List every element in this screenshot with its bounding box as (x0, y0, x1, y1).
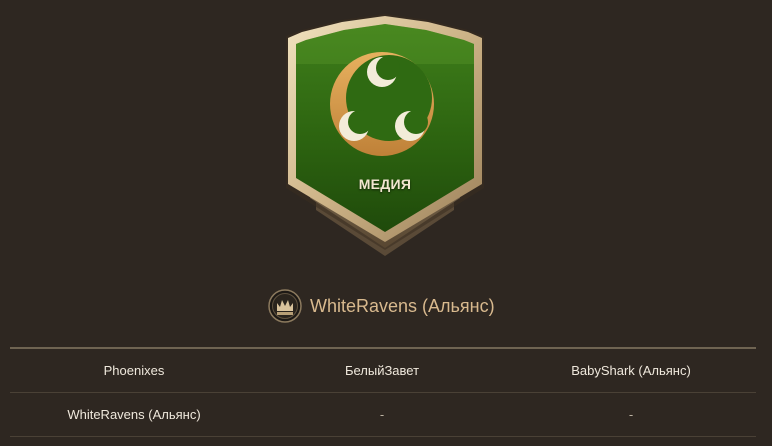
table-cell[interactable]: BabyShark (Альянс) (506, 363, 756, 378)
alliance-header[interactable]: WhiteRavens (Альянс) (268, 288, 495, 324)
table-cell: - (628, 407, 634, 422)
table-row-divider (10, 392, 756, 393)
shield-emblem: МЕДИЯ (282, 12, 488, 262)
table-bottom-divider (10, 436, 756, 437)
table-cell[interactable]: БелыйЗавет (258, 363, 506, 378)
table-cell: - (379, 407, 385, 422)
table-cell[interactable]: Phoenixes (10, 363, 258, 378)
emblem-title: МЕДИЯ (358, 176, 412, 192)
table-row: Phoenixes БелыйЗавет BabyShark (Альянс) (10, 349, 756, 392)
table-cell[interactable]: WhiteRavens (Альянс) (10, 407, 258, 422)
shield-graphic (286, 14, 484, 256)
crown-badge-icon (268, 289, 302, 323)
page: МЕДИЯ WhiteRavens (Альянс) Phoenixes Бел… (0, 0, 772, 446)
alliance-name[interactable]: WhiteRavens (Альянс) (310, 296, 495, 317)
table-row: WhiteRavens (Альянс) - - (10, 393, 756, 436)
